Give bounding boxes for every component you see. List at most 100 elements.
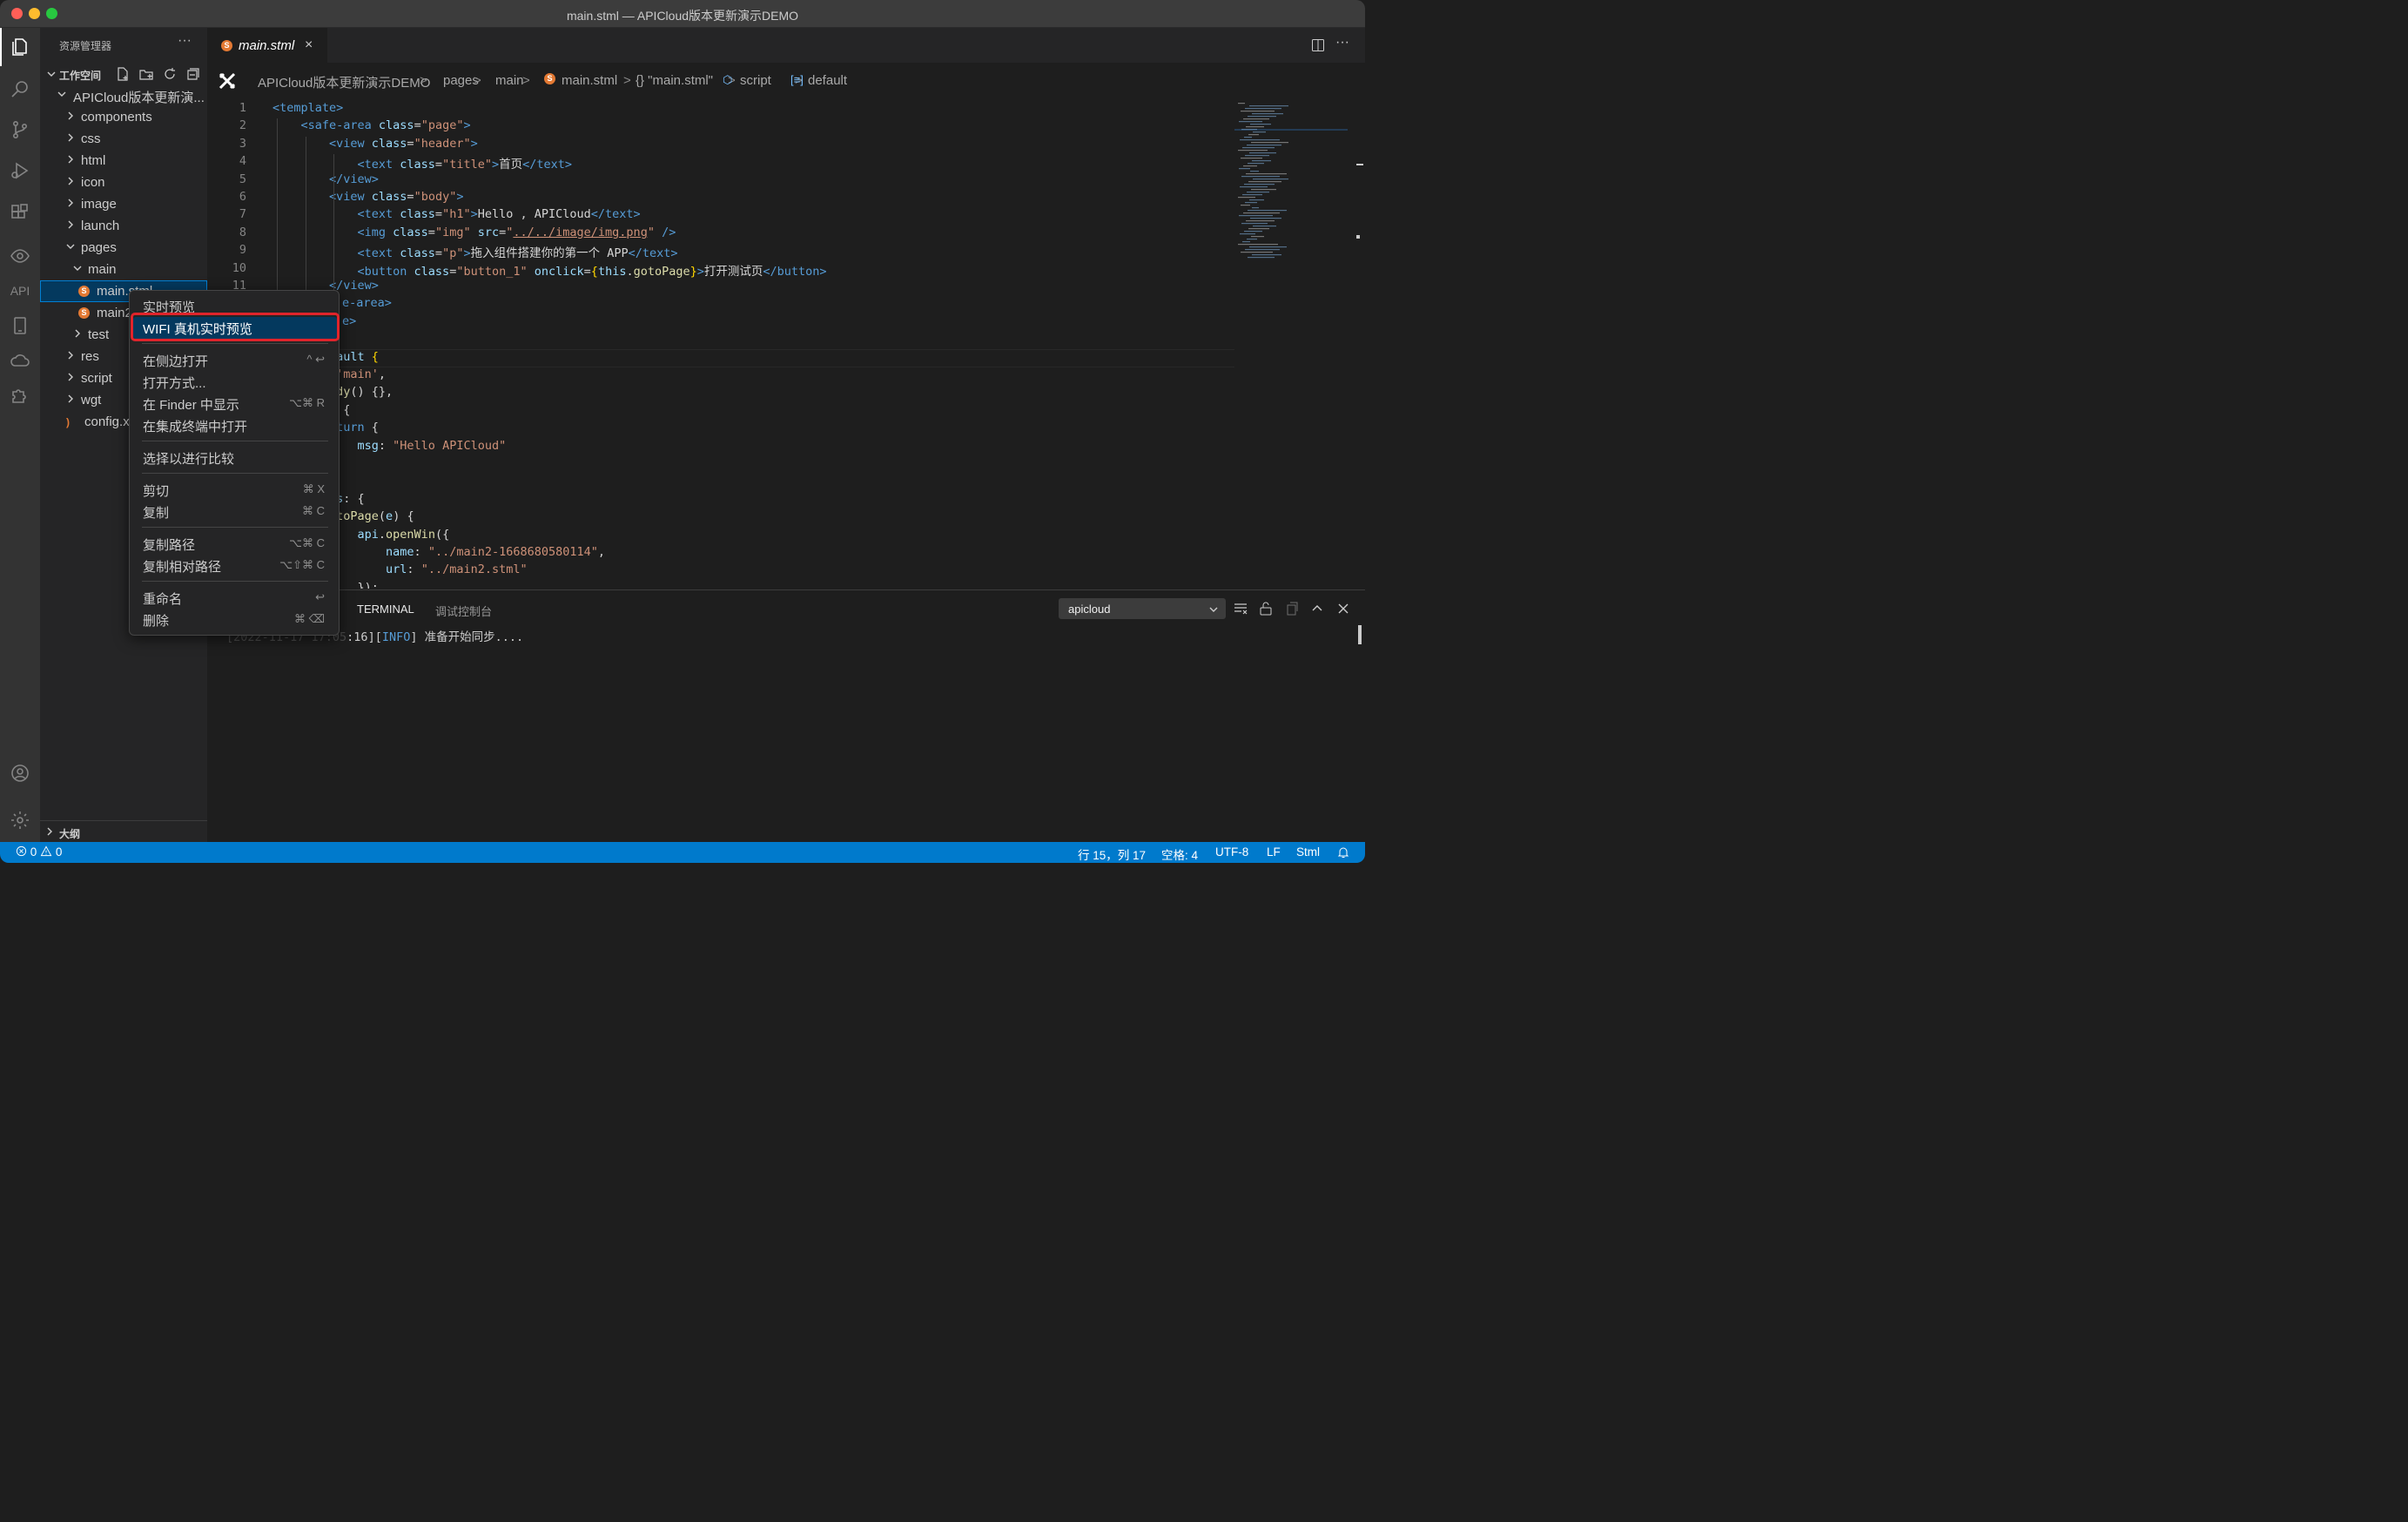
- tree-item-label: res: [81, 349, 99, 364]
- menu-item-shortcut: ⌘ ⌫: [294, 612, 325, 625]
- breadcrumb-item[interactable]: {} "main.stml": [636, 73, 713, 88]
- menu-item[interactable]: 重命名 ↩: [133, 587, 337, 609]
- menu-item-shortcut: ⌘ X: [302, 482, 325, 495]
- end-of-line[interactable]: LF: [1267, 845, 1281, 859]
- tree-item-label: pages: [81, 240, 117, 255]
- tree-item-label: main: [88, 262, 117, 277]
- tree-item-label: wgt: [81, 393, 102, 407]
- workspace-section-header[interactable]: 工作空间: [40, 64, 207, 84]
- tree-item[interactable]: css: [40, 128, 207, 150]
- tree-item[interactable]: launch: [40, 215, 207, 237]
- breadcrumb-item[interactable]: APICloud版本更新演示DEMO: [258, 73, 430, 91]
- new-file-icon[interactable]: [115, 66, 131, 82]
- tab-debug-console[interactable]: 调试控制台: [435, 603, 492, 619]
- run-debug-icon[interactable]: [0, 153, 40, 188]
- chevron-right-icon: [75, 329, 80, 338]
- menu-item[interactable]: 复制 ⌘ C: [133, 501, 337, 522]
- collapse-all-icon[interactable]: [185, 66, 201, 82]
- tree-item[interactable]: components: [40, 106, 207, 128]
- menu-item[interactable]: 在集成终端中打开: [133, 414, 337, 436]
- new-folder-icon[interactable]: [138, 66, 154, 82]
- code-line: <safe-area class="page">: [300, 118, 471, 133]
- menu-item-label: 打开方式...: [143, 376, 206, 391]
- sidebar-more-button[interactable]: ···: [178, 33, 192, 49]
- code-line: <button class="button_1" onclick={this.g…: [357, 264, 827, 279]
- terminal-scrollbar[interactable]: [1358, 625, 1362, 644]
- stml-file-icon: S: [78, 286, 90, 297]
- tree-item[interactable]: html: [40, 150, 207, 172]
- tab-main-stml[interactable]: S main.stml ×: [207, 28, 327, 63]
- minimap[interactable]: [1234, 101, 1348, 266]
- code-line: name: "../main2-1668680580114",: [386, 545, 606, 559]
- menu-item-label: 在集成终端中打开: [143, 420, 248, 434]
- tree-item[interactable]: pages: [40, 237, 207, 259]
- api-icon[interactable]: API: [0, 273, 40, 308]
- breadcrumb-item[interactable]: main.stml: [562, 73, 617, 88]
- source-control-icon[interactable]: [0, 112, 40, 147]
- maximize-panel-icon[interactable]: [1309, 601, 1325, 616]
- clear-output-icon[interactable]: [1233, 601, 1248, 616]
- search-icon[interactable]: [0, 71, 40, 106]
- bell-icon[interactable]: [1337, 846, 1349, 859]
- encoding[interactable]: UTF-8: [1215, 845, 1248, 859]
- breadcrumb-item[interactable]: default: [808, 73, 847, 88]
- puzzle-icon[interactable]: [0, 378, 40, 413]
- chevron-right-icon: [68, 111, 73, 120]
- error-icon: [16, 845, 27, 857]
- cursor-position[interactable]: 行 15，列 17: [1078, 845, 1146, 863]
- chevron-down-icon: [47, 71, 56, 77]
- terminal-select[interactable]: apicloud: [1059, 598, 1226, 619]
- code-editor[interactable]: 1 <template> 2 <safe-area class="page"> 3 <vi…: [207, 101, 1234, 589]
- split-editor-icon[interactable]: [1311, 38, 1325, 52]
- line-number: 1: [239, 101, 246, 115]
- menu-item[interactable]: 复制路径 ⌥⌘ C: [133, 533, 337, 555]
- line-number: 8: [239, 225, 246, 239]
- title-bar: main.stml — APICloud版本更新演示DEMO: [0, 0, 1365, 28]
- breadcrumb-item[interactable]: script: [740, 73, 771, 88]
- menu-item[interactable]: 剪切 ⌘ X: [133, 479, 337, 501]
- more-actions-icon[interactable]: ···: [1335, 35, 1349, 51]
- cloud-icon[interactable]: [0, 343, 40, 378]
- unlock-icon[interactable]: [1258, 601, 1274, 616]
- menu-separator: [142, 527, 328, 528]
- menu-item[interactable]: 删除 ⌘ ⌫: [133, 609, 337, 630]
- close-panel-icon[interactable]: [1335, 601, 1351, 616]
- refresh-icon[interactable]: [162, 66, 178, 82]
- breadcrumb-item[interactable]: main: [495, 73, 524, 88]
- code-line: api.openWin({: [357, 527, 450, 542]
- tab-terminal[interactable]: TERMINAL: [357, 603, 414, 616]
- menu-item[interactable]: 复制相对路径 ⌥⇧⌘ C: [133, 555, 337, 576]
- close-tab-icon[interactable]: ×: [305, 37, 313, 53]
- breadcrumb-separator: >: [522, 73, 530, 88]
- activity-bar: API: [0, 28, 40, 842]
- menu-item[interactable]: 打开方式...: [133, 371, 337, 393]
- editor-scrollbar[interactable]: [1356, 101, 1365, 589]
- menu-item[interactable]: 在 Finder 中显示 ⌥⌘ R: [133, 393, 337, 414]
- device-icon[interactable]: [0, 308, 40, 343]
- explorer-icon[interactable]: [0, 30, 40, 64]
- tree-item[interactable]: image: [40, 193, 207, 215]
- tree-item-project[interactable]: APICloud版本更新演...: [40, 84, 207, 106]
- eye-icon[interactable]: [0, 239, 40, 273]
- menu-item[interactable]: 在侧边打开 ^ ↩: [133, 349, 337, 371]
- problems-indicator[interactable]: 0 0: [16, 845, 62, 859]
- code-line: <view class="body">: [329, 190, 464, 204]
- menu-item-shortcut: ⌘ C: [302, 504, 325, 517]
- menu-item[interactable]: 选择以进行比较: [133, 447, 337, 468]
- tree-item[interactable]: main: [40, 259, 207, 280]
- menu-item-label: 复制: [143, 506, 170, 521]
- indentation[interactable]: 空格: 4: [1161, 845, 1198, 863]
- account-icon[interactable]: [0, 756, 40, 791]
- language-mode[interactable]: Stml: [1296, 845, 1320, 859]
- current-line-highlight: [338, 348, 1234, 367]
- breadcrumb-separator: >: [623, 73, 631, 88]
- outline-section-header[interactable]: 大纲: [40, 820, 207, 842]
- tree-item[interactable]: icon: [40, 172, 207, 193]
- chevron-right-icon: [68, 351, 73, 360]
- extensions-icon[interactable]: [0, 195, 40, 230]
- warning-icon: [40, 845, 52, 857]
- copy-icon[interactable]: [1284, 601, 1300, 616]
- menu-item-shortcut: ^ ↩: [306, 353, 325, 366]
- menu-item-shortcut: ⌥⇧⌘ C: [279, 558, 325, 571]
- settings-gear-icon[interactable]: [0, 803, 40, 838]
